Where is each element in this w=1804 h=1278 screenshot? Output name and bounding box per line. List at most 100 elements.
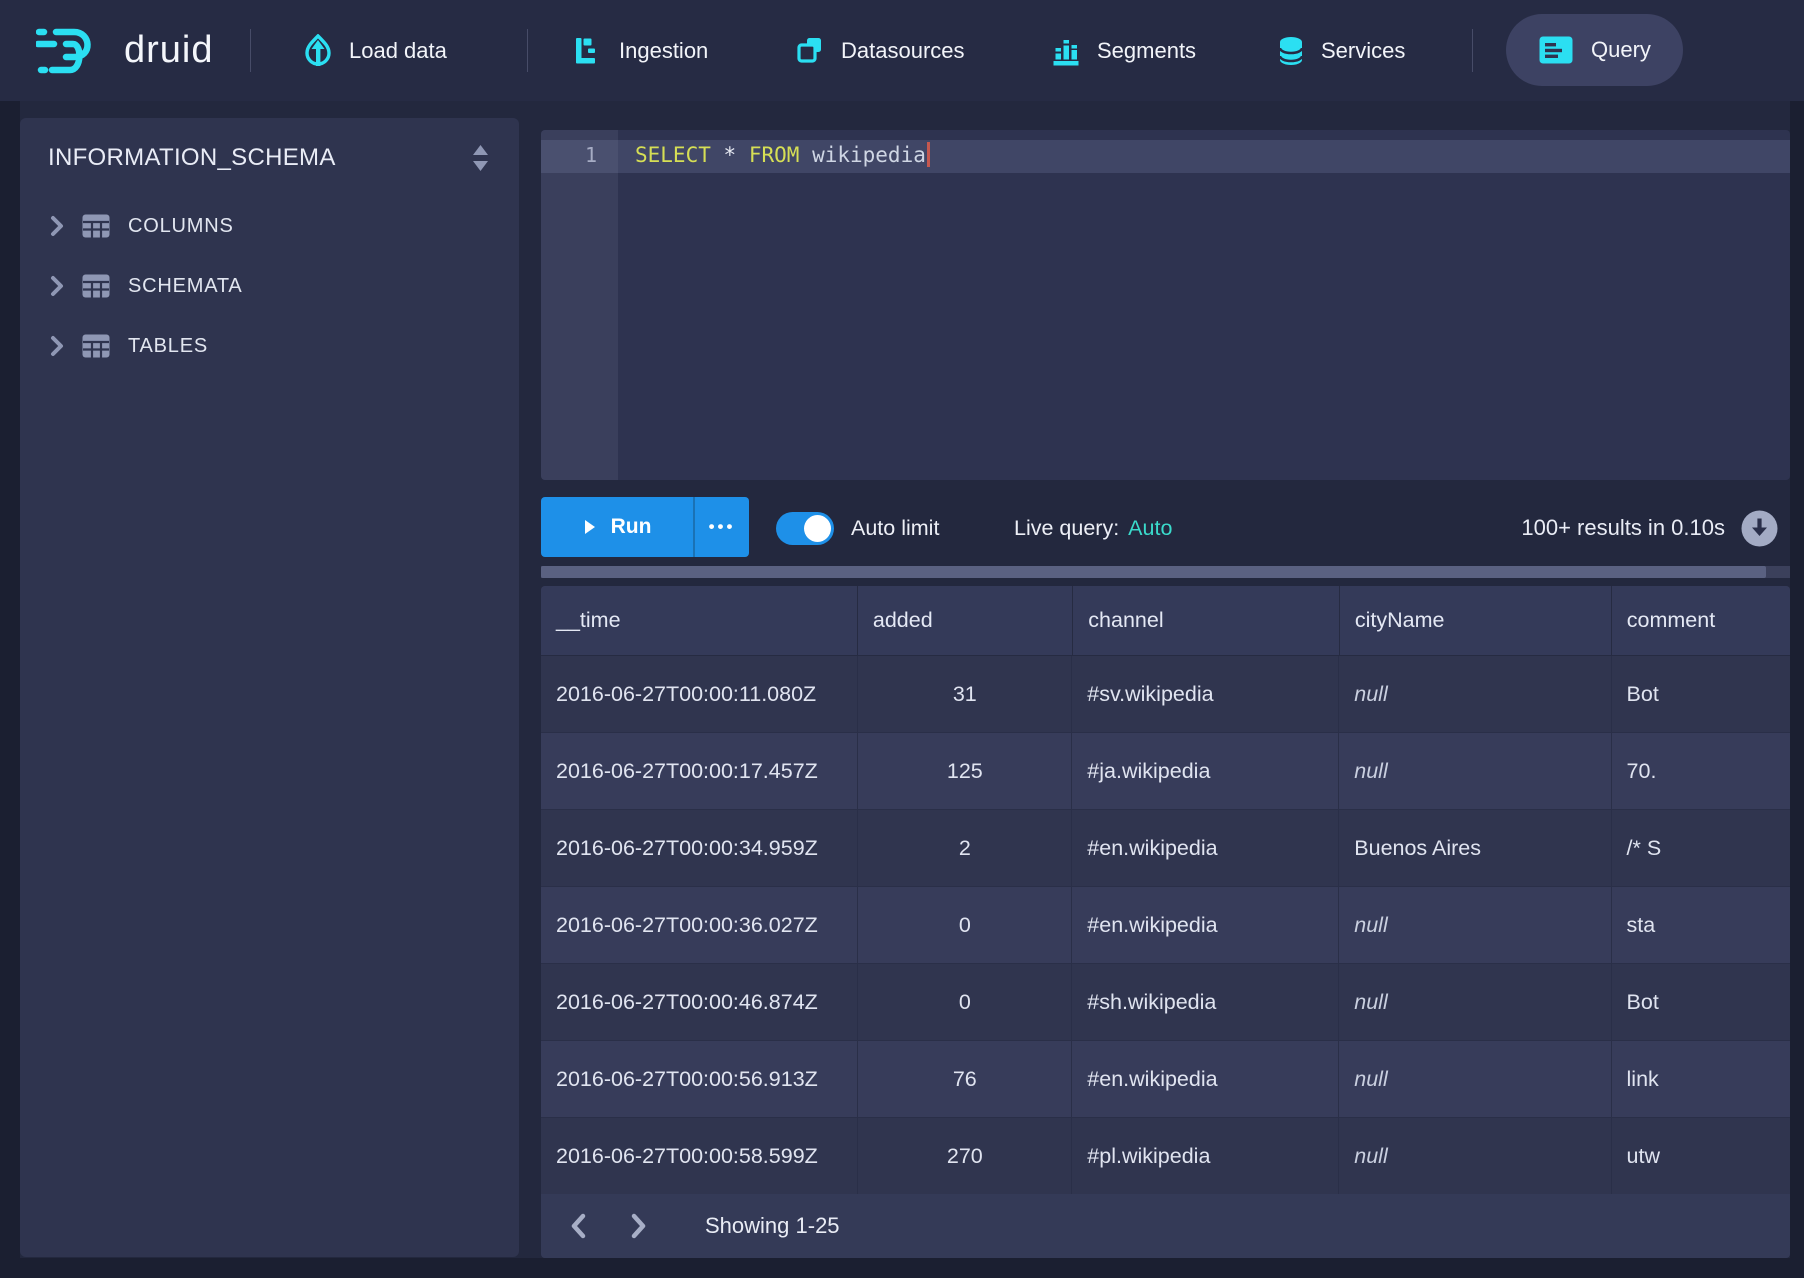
cell-cityname[interactable]: null — [1339, 1041, 1611, 1118]
pagination-bar: Showing 1-25 — [541, 1194, 1790, 1258]
column-header-added[interactable]: added — [858, 586, 1073, 656]
bottom-edge — [0, 1258, 1804, 1278]
tree-item-schemata[interactable]: SCHEMATA — [20, 256, 519, 316]
cell-channel[interactable]: #en.wikipedia — [1072, 1041, 1339, 1118]
tree-item-columns[interactable]: COLUMNS — [20, 196, 519, 256]
load-data-icon — [303, 34, 333, 68]
cell-channel[interactable]: #ja.wikipedia — [1072, 733, 1339, 810]
live-query-control[interactable]: Live query:Auto — [1014, 516, 1172, 541]
results-header-row: __time added channel cityName comment — [541, 586, 1790, 656]
services-icon — [1277, 35, 1305, 67]
column-header-comment[interactable]: comment — [1612, 586, 1790, 656]
tree-item-label: TABLES — [128, 335, 208, 358]
cell-channel[interactable]: #en.wikipedia — [1072, 887, 1339, 964]
nav-item-load-data[interactable]: Load data — [303, 0, 447, 101]
sql-keyword: FROM — [749, 143, 800, 167]
play-icon — [583, 518, 597, 536]
cell-time[interactable]: 2016-06-27T00:00:34.959Z — [541, 810, 858, 887]
nav-item-query-active[interactable]: Query — [1506, 14, 1683, 86]
cell-comment[interactable]: utw — [1612, 1118, 1790, 1195]
nav-item-label: Datasources — [841, 38, 965, 64]
results-panel: __time added channel cityName comment 20… — [541, 586, 1790, 1258]
cell-cityname[interactable]: Buenos Aires — [1339, 810, 1611, 887]
cell-cityname[interactable]: null — [1339, 1118, 1611, 1195]
druid-logo-icon — [36, 23, 108, 79]
sql-keyword: SELECT — [635, 143, 711, 167]
nav-item-label: Segments — [1097, 38, 1196, 64]
auto-limit-toggle[interactable] — [776, 512, 834, 545]
cell-added[interactable]: 0 — [858, 964, 1072, 1041]
nav-item-services[interactable]: Services — [1277, 0, 1405, 101]
schema-title: INFORMATION_SCHEMA — [48, 144, 336, 172]
pagination-label: Showing 1-25 — [705, 1213, 840, 1239]
table-row: 2016-06-27T00:00:17.457Z 125 #ja.wikiped… — [541, 733, 1790, 810]
prev-page-button[interactable] — [563, 1209, 593, 1243]
table-icon — [82, 214, 110, 238]
cell-time[interactable]: 2016-06-27T00:00:58.599Z — [541, 1118, 858, 1195]
sql-editor[interactable]: 1 SELECT * FROM wikipedia — [541, 130, 1790, 480]
column-header-cityname[interactable]: cityName — [1340, 586, 1612, 656]
sql-code-line[interactable]: SELECT * FROM wikipedia — [635, 142, 930, 167]
tree-item-label: COLUMNS — [128, 215, 234, 238]
live-query-value[interactable]: Auto — [1128, 516, 1172, 540]
cell-cityname[interactable]: null — [1339, 964, 1611, 1041]
sql-identifier: wikipedia — [812, 143, 926, 167]
chevron-right-icon[interactable] — [50, 215, 64, 237]
cell-channel[interactable]: #pl.wikipedia — [1072, 1118, 1339, 1195]
sql-star: * — [724, 143, 737, 167]
text-cursor — [927, 142, 930, 167]
editor-gutter — [541, 130, 618, 480]
cell-added[interactable]: 125 — [858, 733, 1072, 810]
nav-item-label: Load data — [349, 38, 447, 64]
cell-time[interactable]: 2016-06-27T00:00:46.874Z — [541, 964, 858, 1041]
column-header-time[interactable]: __time — [541, 586, 858, 656]
results-summary: 100+ results in 0.10s — [1521, 515, 1725, 541]
nav-item-label: Services — [1321, 38, 1405, 64]
chevron-right-icon[interactable] — [50, 335, 64, 357]
cell-comment[interactable]: Bot — [1612, 656, 1790, 733]
next-page-button[interactable] — [623, 1209, 653, 1243]
tree-item-label: SCHEMATA — [128, 275, 243, 298]
cell-channel[interactable]: #en.wikipedia — [1072, 810, 1339, 887]
nav-item-segments[interactable]: Segments — [1051, 0, 1196, 101]
cell-cityname[interactable]: null — [1339, 656, 1611, 733]
ingestion-icon — [573, 36, 603, 66]
schema-selector[interactable]: INFORMATION_SCHEMA — [20, 118, 519, 172]
cell-time[interactable]: 2016-06-27T00:00:11.080Z — [541, 656, 858, 733]
cell-time[interactable]: 2016-06-27T00:00:36.027Z — [541, 887, 858, 964]
cell-cityname[interactable]: null — [1339, 887, 1611, 964]
cell-comment[interactable]: sta — [1612, 887, 1790, 964]
nav-item-datasources[interactable]: Datasources — [795, 0, 965, 101]
cell-comment[interactable]: /* S — [1612, 810, 1790, 887]
cell-channel[interactable]: #sh.wikipedia — [1072, 964, 1339, 1041]
column-header-channel[interactable]: channel — [1073, 586, 1340, 656]
cell-comment[interactable]: link — [1612, 1041, 1790, 1118]
cell-added[interactable]: 270 — [858, 1118, 1072, 1195]
druid-logo[interactable]: druid — [36, 0, 214, 101]
nav-divider — [1472, 29, 1473, 72]
results-hscrollbar-thumb[interactable] — [541, 566, 1766, 578]
run-button[interactable]: Run — [541, 497, 693, 557]
cell-time[interactable]: 2016-06-27T00:00:56.913Z — [541, 1041, 858, 1118]
ellipsis-icon: ••• — [709, 517, 736, 537]
table-row: 2016-06-27T00:00:56.913Z 76 #en.wikipedi… — [541, 1041, 1790, 1118]
cell-added[interactable]: 0 — [858, 887, 1072, 964]
cell-added[interactable]: 31 — [858, 656, 1072, 733]
nav-divider — [527, 29, 528, 72]
cell-added[interactable]: 2 — [858, 810, 1072, 887]
nav-item-ingestion[interactable]: Ingestion — [573, 0, 708, 101]
double-caret-icon — [472, 145, 489, 171]
cell-added[interactable]: 76 — [858, 1041, 1072, 1118]
tree-item-tables[interactable]: TABLES — [20, 316, 519, 376]
chevron-right-icon[interactable] — [50, 275, 64, 297]
cell-comment[interactable]: Bot — [1612, 964, 1790, 1041]
cell-cityname[interactable]: null — [1339, 733, 1611, 810]
cell-time[interactable]: 2016-06-27T00:00:17.457Z — [541, 733, 858, 810]
cell-comment[interactable]: 70. — [1612, 733, 1790, 810]
right-edge — [1790, 101, 1804, 1278]
cell-channel[interactable]: #sv.wikipedia — [1072, 656, 1339, 733]
run-more-button[interactable]: ••• — [693, 497, 749, 557]
download-results-button[interactable] — [1741, 510, 1778, 547]
schema-sidebar: INFORMATION_SCHEMA — [20, 118, 519, 1257]
run-split-button: Run ••• — [541, 497, 749, 557]
